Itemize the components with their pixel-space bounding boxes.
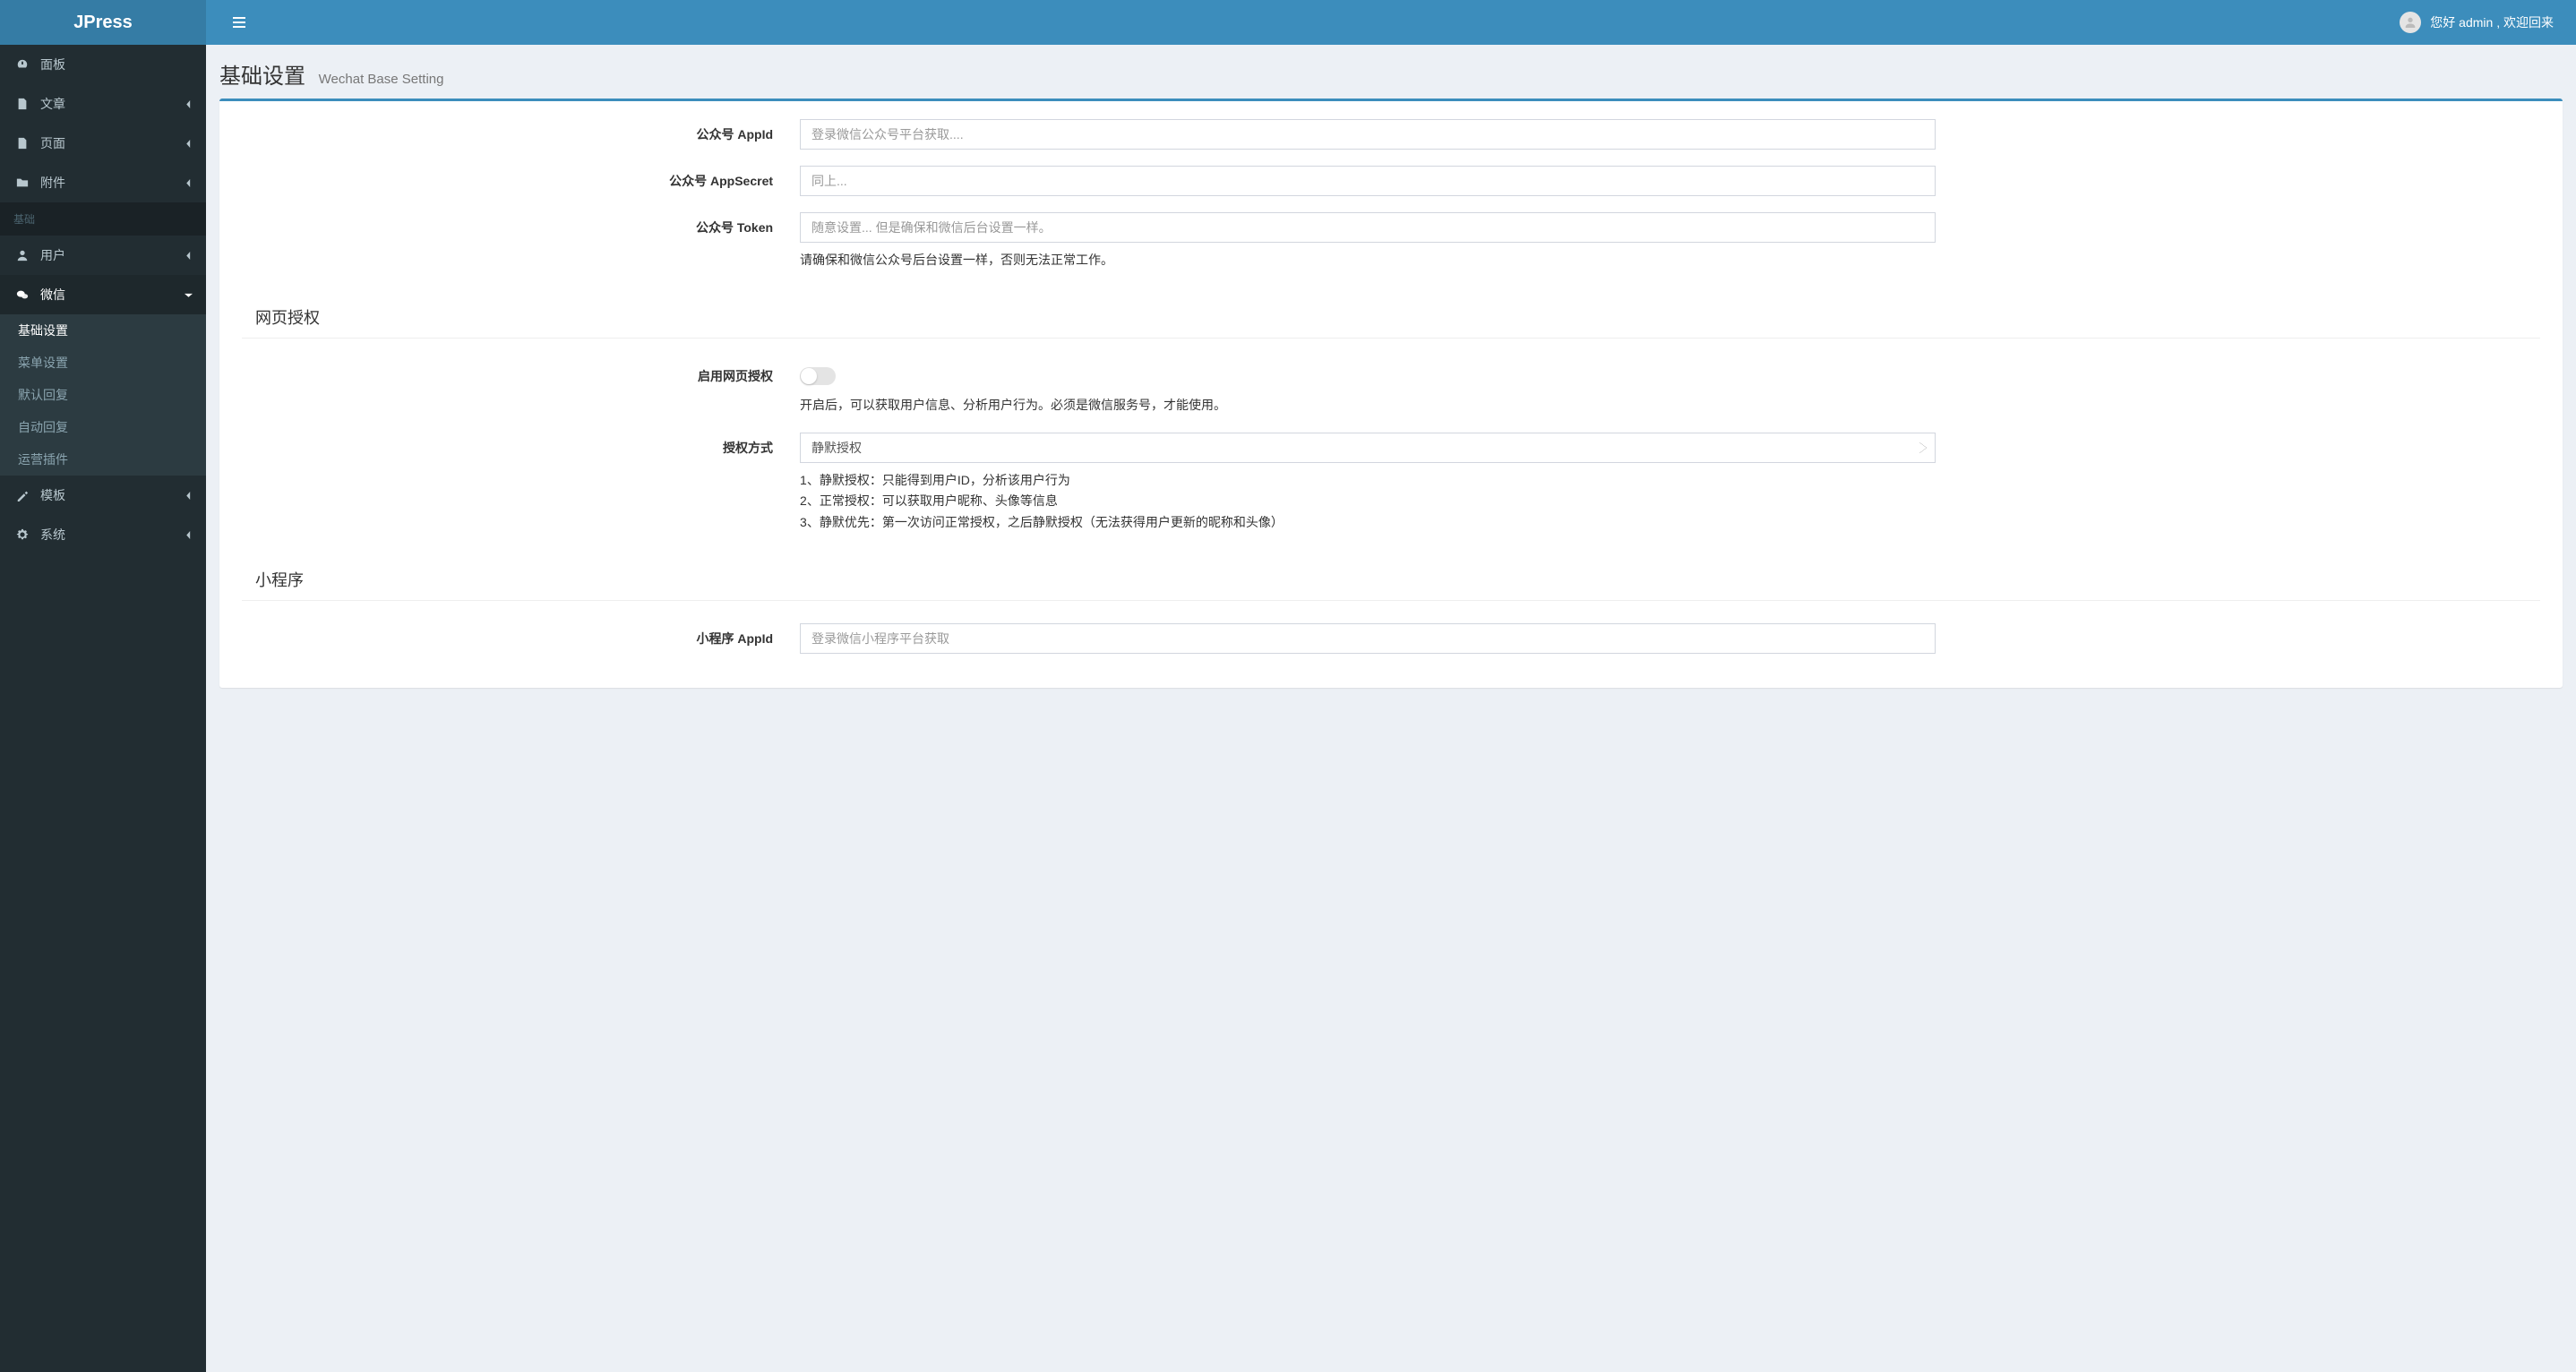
- divider: [242, 338, 2540, 339]
- gear-icon: [13, 528, 31, 541]
- mp-appid-label: 小程序 AppId: [228, 623, 786, 647]
- appsecret-input[interactable]: [800, 166, 1936, 196]
- auth-mode-select[interactable]: 静默授权: [800, 433, 1936, 463]
- token-input[interactable]: [800, 212, 1936, 243]
- form-group-appsecret: 公众号 AppSecret: [228, 166, 2554, 196]
- sidebar-item-label: 文章: [40, 95, 65, 113]
- user-icon: [13, 249, 31, 262]
- sidebar-item-article[interactable]: 文章: [0, 84, 206, 124]
- auth-mode-help-line: 2、正常授权：可以获取用户昵称、头像等信息: [800, 491, 1936, 512]
- file-text-icon: [13, 98, 31, 110]
- hamburger-icon: [233, 16, 245, 29]
- auth-mode-label: 授权方式: [228, 433, 786, 457]
- page-title: 基础设置: [219, 64, 305, 89]
- magic-icon: [13, 489, 31, 502]
- submenu-item-menu[interactable]: 菜单设置: [0, 347, 206, 379]
- dashboard-icon: [13, 58, 31, 71]
- chevron-left-icon: [185, 531, 193, 539]
- mp-appid-input[interactable]: [800, 623, 1936, 654]
- enable-web-auth-help: 开启后，可以获取用户信息、分析用户行为。必须是微信服务号，才能使用。: [800, 395, 1936, 416]
- sidebar-item-label: 页面: [40, 134, 65, 152]
- sidebar-item-label: 模板: [40, 486, 65, 504]
- form-group-mp-appid: 小程序 AppId: [228, 623, 2554, 654]
- sidebar-section-base: 基础: [0, 202, 206, 236]
- sidebar-item-label: 微信: [40, 286, 65, 304]
- sidebar-item-template[interactable]: 模板: [0, 476, 206, 515]
- form-group-auth-mode: 授权方式 静默授权 1、静默授权：只能得到用户ID，分析该用户行为 2、正常授权…: [228, 433, 2554, 534]
- auth-mode-help: 1、静默授权：只能得到用户ID，分析该用户行为 2、正常授权：可以获取用户昵称、…: [800, 470, 1936, 534]
- sidebar-item-label: 附件: [40, 174, 65, 192]
- sidebar-toggle-button[interactable]: [219, 7, 259, 38]
- appsecret-label: 公众号 AppSecret: [228, 166, 786, 190]
- chevron-down-icon: [185, 291, 193, 299]
- navbar-user[interactable]: 您好 admin , 欢迎回来: [2400, 12, 2563, 33]
- sidebar-item-label: 面板: [40, 56, 65, 73]
- divider: [242, 600, 2540, 601]
- chevron-left-icon: [185, 140, 193, 148]
- folder-icon: [13, 176, 31, 189]
- sidebar-item-attachment[interactable]: 附件: [0, 163, 206, 202]
- sidebar-item-system[interactable]: 系统: [0, 515, 206, 554]
- sidebar-item-page[interactable]: 页面: [0, 124, 206, 163]
- wechat-icon: [13, 288, 31, 301]
- chevron-left-icon: [185, 492, 193, 500]
- sidebar: 面板 文章 页面 附件: [0, 45, 206, 1372]
- content-wrapper: 基础设置 Wechat Base Setting 公众号 AppId 公: [206, 45, 2576, 1372]
- chevron-left-icon: [185, 179, 193, 187]
- token-help: 请确保和微信公众号后台设置一样，否则无法正常工作。: [800, 250, 1936, 271]
- form-group-appid: 公众号 AppId: [228, 119, 2554, 150]
- sidebar-submenu-wechat: 基础设置 菜单设置 默认回复 自动回复 运营插件: [0, 314, 206, 476]
- form-group-enable-web-auth: 启用网页授权 开启后，可以获取用户信息、分析用户行为。必须是微信服务号，才能使用…: [228, 361, 2554, 416]
- page-subtitle: Wechat Base Setting: [319, 72, 444, 87]
- chevron-left-icon: [185, 100, 193, 108]
- form-group-token: 公众号 Token 请确保和微信公众号后台设置一样，否则无法正常工作。: [228, 212, 2554, 271]
- appid-input[interactable]: [800, 119, 1936, 150]
- submenu-item-base[interactable]: 基础设置: [0, 314, 206, 347]
- submenu-item-plugin[interactable]: 运营插件: [0, 443, 206, 476]
- sidebar-item-label: 用户: [40, 246, 65, 264]
- user-greeting: 您好 admin , 欢迎回来: [2430, 13, 2554, 31]
- auth-mode-help-line: 1、静默授权：只能得到用户ID，分析该用户行为: [800, 470, 1936, 492]
- file-icon: [13, 137, 31, 150]
- sidebar-item-user[interactable]: 用户: [0, 236, 206, 275]
- enable-web-auth-toggle[interactable]: [800, 367, 836, 385]
- sidebar-item-label: 系统: [40, 526, 65, 544]
- logo[interactable]: JPress: [0, 0, 206, 45]
- settings-box: 公众号 AppId 公众号 AppSecret 公众: [219, 99, 2563, 688]
- sidebar-item-dashboard[interactable]: 面板: [0, 45, 206, 84]
- auth-mode-help-line: 3、静默优先：第一次访问正常授权，之后静默授权（无法获得用户更新的昵称和头像）: [800, 512, 1936, 534]
- sidebar-item-wechat[interactable]: 微信: [0, 275, 206, 314]
- main-header: JPress 您好 admin , 欢迎回来: [0, 0, 2576, 45]
- chevron-left-icon: [185, 252, 193, 260]
- token-label: 公众号 Token: [228, 212, 786, 236]
- section-miniprogram: 小程序: [228, 550, 2554, 600]
- section-web-auth: 网页授权: [228, 287, 2554, 338]
- appid-label: 公众号 AppId: [228, 119, 786, 143]
- avatar-icon: [2400, 12, 2421, 33]
- content-header: 基础设置 Wechat Base Setting: [206, 45, 2576, 99]
- submenu-item-default-reply[interactable]: 默认回复: [0, 379, 206, 411]
- submenu-item-auto-reply[interactable]: 自动回复: [0, 411, 206, 443]
- navbar: 您好 admin , 欢迎回来: [206, 0, 2576, 45]
- enable-web-auth-label: 启用网页授权: [228, 361, 786, 385]
